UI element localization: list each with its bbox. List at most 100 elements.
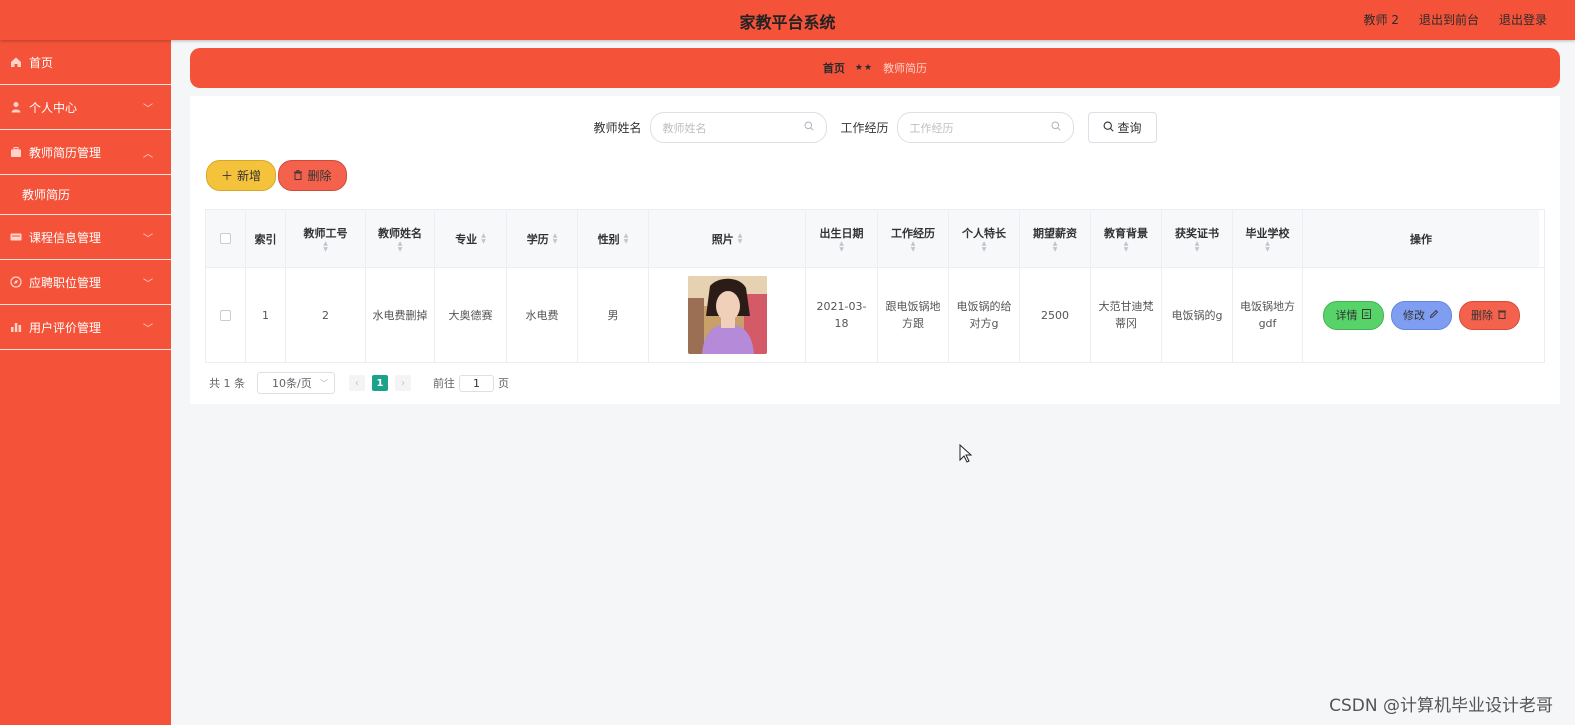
add-button-label: 新增 (237, 169, 262, 183)
column-header: 索引 (246, 210, 286, 267)
gender-cell: 男 (578, 268, 649, 362)
pagination: 共 1 条 10条/页 ﹀ ‹ 1 › 前往 1 页 (209, 372, 509, 394)
sort-icon: ▲ ▼ (397, 239, 403, 253)
sidebar-item-review-management[interactable]: 用户评价管理 ﹀ (0, 305, 171, 350)
app-title: 家教平台系统 (739, 13, 836, 32)
teacher-no-cell: 2 (286, 268, 366, 362)
document-icon (1361, 307, 1371, 324)
pencil-icon (1429, 307, 1439, 324)
column-header[interactable]: 教师姓名 ▲ ▼ (366, 210, 435, 267)
breadcrumb-current: 教师简历 (883, 62, 928, 75)
trash-icon (293, 169, 303, 183)
detail-button[interactable]: 详情 (1322, 300, 1384, 330)
sort-icon: ▲ ▼ (737, 231, 743, 245)
work-experience-cell: 跟电饭锅地方跟 (878, 268, 949, 362)
column-header[interactable]: 学历 ▲ ▼ (507, 210, 578, 267)
next-page-button[interactable]: › (395, 375, 411, 391)
sidebar: 首页 个人中心 ﹀ 教师简历管理 ︿ 教师简历 课程信息管理 ﹀ 应聘职位管理 … (0, 40, 171, 725)
sidebar-item-resume-management[interactable]: 教师简历管理 ︿ (0, 130, 171, 175)
row-checkbox[interactable] (220, 309, 231, 321)
delete-button-label: 删除 (307, 169, 332, 183)
header-links: 教师 2 退出到前台 退出登录 (1364, 11, 1547, 28)
input-placeholder: 教师姓名 (662, 121, 707, 135)
bar-chart-icon (10, 321, 22, 333)
content-panel: 教师姓名 教师姓名 工作经历 工作经历 查询 ＋ 新增 删除 索引 教师工号 ▲… (190, 96, 1560, 404)
column-header[interactable]: 性别 ▲ ▼ (578, 210, 649, 267)
goto-page: 前往 1 页 (433, 374, 509, 392)
row-actions: 详情 修改 删除 (1322, 300, 1520, 330)
sidebar-item-label: 首页 (29, 55, 54, 70)
teacher-name-cell: 水电费删掉 (366, 268, 435, 362)
row-select-cell (206, 268, 246, 362)
user-icon (10, 101, 22, 113)
specialty-cell: 电饭锅的给对方g (949, 268, 1020, 362)
column-header[interactable]: 工作经历 ▲ ▼ (878, 210, 949, 267)
prev-page-button[interactable]: ‹ (349, 375, 365, 391)
logout-link[interactable]: 退出登录 (1499, 11, 1547, 28)
breadcrumb-home[interactable]: 首页 (823, 60, 845, 76)
total-count: 共 1 条 (209, 377, 245, 390)
photo-cell (649, 268, 806, 362)
goto-page-input[interactable]: 1 (459, 374, 494, 392)
batch-delete-button[interactable]: 删除 (278, 160, 347, 191)
sort-icon: ▲ ▼ (481, 231, 486, 245)
sidebar-item-label: 课程信息管理 (29, 230, 102, 245)
edit-button[interactable]: 修改 (1390, 300, 1452, 330)
select-all-cell (206, 210, 246, 267)
school-cell: 电饭锅地方gdf (1233, 268, 1303, 362)
chevron-up-icon: ︿ (143, 149, 153, 160)
search-icon (804, 121, 814, 134)
chevron-down-icon: ﹀ (143, 279, 153, 290)
column-header[interactable]: 出生日期 ▲ ▼ (806, 210, 878, 267)
plus-icon: ＋ (220, 169, 233, 183)
delete-row-button[interactable]: 删除 (1458, 300, 1520, 330)
mouse-cursor-icon (959, 443, 973, 467)
award-cell: 电饭锅的g (1162, 268, 1233, 362)
column-header: 操作 (1303, 210, 1539, 267)
search-icon (1103, 121, 1114, 135)
chevron-down-icon: ﹀ (143, 234, 153, 245)
sidebar-item-course-management[interactable]: 课程信息管理 ﹀ (0, 215, 171, 260)
page-number-current[interactable]: 1 (372, 375, 388, 391)
current-user[interactable]: 教师 2 (1364, 11, 1399, 28)
column-header[interactable]: 教师工号 ▲ ▼ (286, 210, 366, 267)
column-header[interactable]: 毕业学校 ▲ ▼ (1233, 210, 1303, 267)
sort-icon: ▲ ▼ (910, 239, 916, 253)
search-icon (1051, 121, 1061, 134)
sidebar-item-label: 个人中心 (29, 100, 78, 115)
sort-icon: ▲ ▼ (1194, 239, 1200, 253)
sort-icon: ▲ ▼ (552, 231, 558, 245)
sidebar-item-position-management[interactable]: 应聘职位管理 ﹀ (0, 260, 171, 305)
sidebar-item-label: 应聘职位管理 (29, 275, 102, 290)
sort-icon: ▲ ▼ (323, 239, 328, 253)
sidebar-subitem-resume[interactable]: 教师简历 (0, 175, 171, 215)
salary-cell: 2500 (1020, 268, 1091, 362)
column-header[interactable]: 期望薪资 ▲ ▼ (1020, 210, 1091, 267)
teacher-photo (687, 276, 767, 354)
sort-icon: ▲ ▼ (981, 239, 987, 253)
column-header[interactable]: 获奖证书 ▲ ▼ (1162, 210, 1233, 267)
chevron-down-icon: ﹀ (143, 104, 153, 115)
card-icon (10, 231, 22, 243)
education-background-cell: 大范甘迪梵蒂冈 (1091, 268, 1162, 362)
sort-icon: ▲ ▼ (1052, 239, 1058, 253)
home-icon (10, 56, 22, 68)
page-size-select[interactable]: 10条/页 ﹀ (257, 372, 335, 394)
work-experience-input[interactable]: 工作经历 (896, 112, 1074, 143)
sidebar-item-personal-center[interactable]: 个人中心 ﹀ (0, 85, 171, 130)
education-cell: 水电费 (507, 268, 578, 362)
column-header[interactable]: 专业 ▲ ▼ (435, 210, 507, 267)
column-header[interactable]: 教育背景 ▲ ▼ (1091, 210, 1162, 267)
search-form: 教师姓名 教师姓名 工作经历 工作经历 查询 (190, 112, 1560, 143)
back-to-front-link[interactable]: 退出到前台 (1419, 11, 1479, 28)
query-button[interactable]: 查询 (1087, 112, 1157, 143)
action-toolbar: ＋ 新增 删除 (206, 160, 347, 191)
add-button[interactable]: ＋ 新增 (206, 160, 276, 191)
select-all-checkbox[interactable] (220, 233, 231, 244)
row-actions-cell: 详情 修改 删除 (1303, 268, 1539, 362)
column-header[interactable]: 个人特长 ▲ ▼ (949, 210, 1020, 267)
teacher-name-input[interactable]: 教师姓名 (649, 112, 827, 143)
sidebar-item-home[interactable]: 首页 (0, 40, 171, 85)
birth-date-cell: 2021-03-18 (806, 268, 878, 362)
column-header[interactable]: 照片 ▲ ▼ (649, 210, 806, 267)
